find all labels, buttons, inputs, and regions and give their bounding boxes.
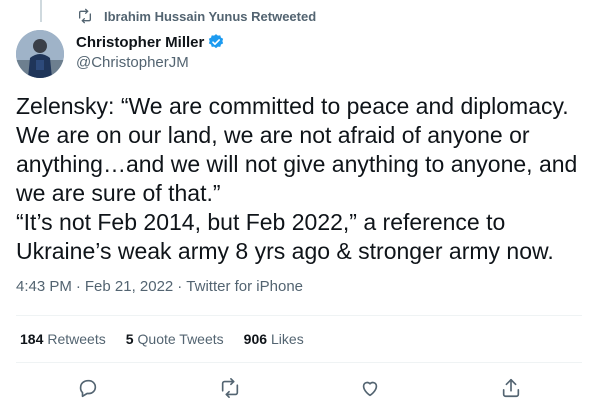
like-button[interactable] (356, 376, 384, 404)
retweet-header[interactable]: Ibrahim Hussain Yunus Retweeted (76, 8, 316, 24)
retweet-icon (219, 377, 241, 404)
quote-tweets-stat[interactable]: 5 Quote Tweets (126, 331, 224, 347)
retweets-stat[interactable]: 184 Retweets (20, 331, 106, 347)
quotes-label: Quote Tweets (137, 331, 224, 347)
tweet-time[interactable]: 4:43 PM (16, 278, 72, 295)
divider (16, 362, 582, 363)
tweet-actions (0, 376, 598, 404)
retweet-icon (76, 8, 94, 24)
tweet-date[interactable]: Feb 21, 2022 (85, 278, 173, 295)
author-name[interactable]: Christopher Miller (76, 34, 204, 51)
avatar[interactable] (16, 30, 64, 78)
like-icon (359, 377, 381, 404)
reply-button[interactable] (74, 376, 102, 404)
reply-icon (77, 377, 99, 404)
tweet-text: Zelensky: “We are committed to peace and… (16, 93, 578, 264)
verified-badge-icon (207, 33, 225, 51)
meta-separator: · (177, 278, 183, 295)
share-icon (500, 377, 522, 404)
likes-count: 906 (243, 331, 268, 347)
meta-separator: · (75, 278, 81, 295)
retweet-button[interactable] (216, 376, 244, 404)
tweet-stats: 184 Retweets 5 Quote Tweets 906 Likes (20, 331, 324, 347)
thread-line (40, 0, 42, 22)
author-block: Christopher Miller @ChristopherJM (76, 32, 225, 71)
likes-stat[interactable]: 906 Likes (244, 331, 304, 347)
retweets-label: Retweets (47, 331, 106, 347)
retweets-count: 184 (20, 331, 44, 347)
author-handle[interactable]: @ChristopherJM (76, 54, 225, 71)
quotes-count: 5 (125, 331, 134, 347)
tweet-meta: 4:43 PM · Feb 21, 2022 · Twitter for iPh… (16, 278, 303, 295)
likes-label: Likes (271, 331, 304, 347)
share-button[interactable] (497, 376, 525, 404)
retweet-header-text: Ibrahim Hussain Yunus Retweeted (104, 8, 317, 24)
divider (16, 315, 582, 316)
tweet-source[interactable]: Twitter for iPhone (186, 278, 303, 295)
